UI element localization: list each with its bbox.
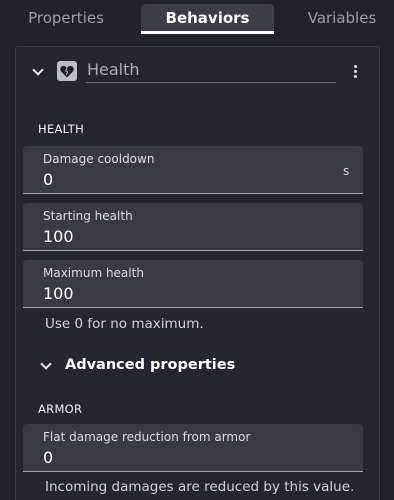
field-label: Maximum health <box>43 266 144 280</box>
tab-behaviors[interactable]: Behaviors <box>141 4 274 32</box>
advanced-properties-toggle[interactable]: Advanced properties <box>65 357 235 373</box>
active-tab-indicator <box>141 31 274 34</box>
tab-variables[interactable]: Variables <box>290 4 394 32</box>
field-value[interactable]: 100 <box>43 284 74 303</box>
section-heading-health: HEALTH <box>38 122 85 136</box>
field-value[interactable]: 0 <box>43 170 53 189</box>
field-label: Flat damage reduction from armor <box>43 430 251 444</box>
behavior-header: Health <box>16 47 379 99</box>
more-options-icon[interactable] <box>353 65 359 81</box>
object-editor-page: Properties Behaviors Variables Health HE… <box>0 0 394 500</box>
armor-reduction-helper: Incoming damages are reduced by this val… <box>45 479 355 495</box>
editor-tabs: Properties Behaviors Variables <box>0 0 394 34</box>
collapse-chevron-icon[interactable] <box>32 64 44 76</box>
heart-icon <box>60 65 74 77</box>
maximum-health-helper: Use 0 for no maximum. <box>45 316 204 332</box>
starting-health-field[interactable]: Starting health 100 <box>23 203 363 251</box>
behavior-name-input[interactable]: Health <box>86 59 336 83</box>
behavior-icon <box>57 61 77 81</box>
tab-properties[interactable]: Properties <box>0 4 132 32</box>
field-unit: s <box>343 164 350 178</box>
field-label: Damage cooldown <box>43 152 155 166</box>
armor-reduction-field[interactable]: Flat damage reduction from armor 0 <box>23 424 363 472</box>
maximum-health-field[interactable]: Maximum health 100 <box>23 260 363 308</box>
section-heading-armor: ARMOR <box>38 402 83 416</box>
damage-cooldown-field[interactable]: Damage cooldown 0 s <box>23 146 363 194</box>
field-value[interactable]: 0 <box>43 448 53 467</box>
field-label: Starting health <box>43 209 133 223</box>
field-value[interactable]: 100 <box>43 227 74 246</box>
